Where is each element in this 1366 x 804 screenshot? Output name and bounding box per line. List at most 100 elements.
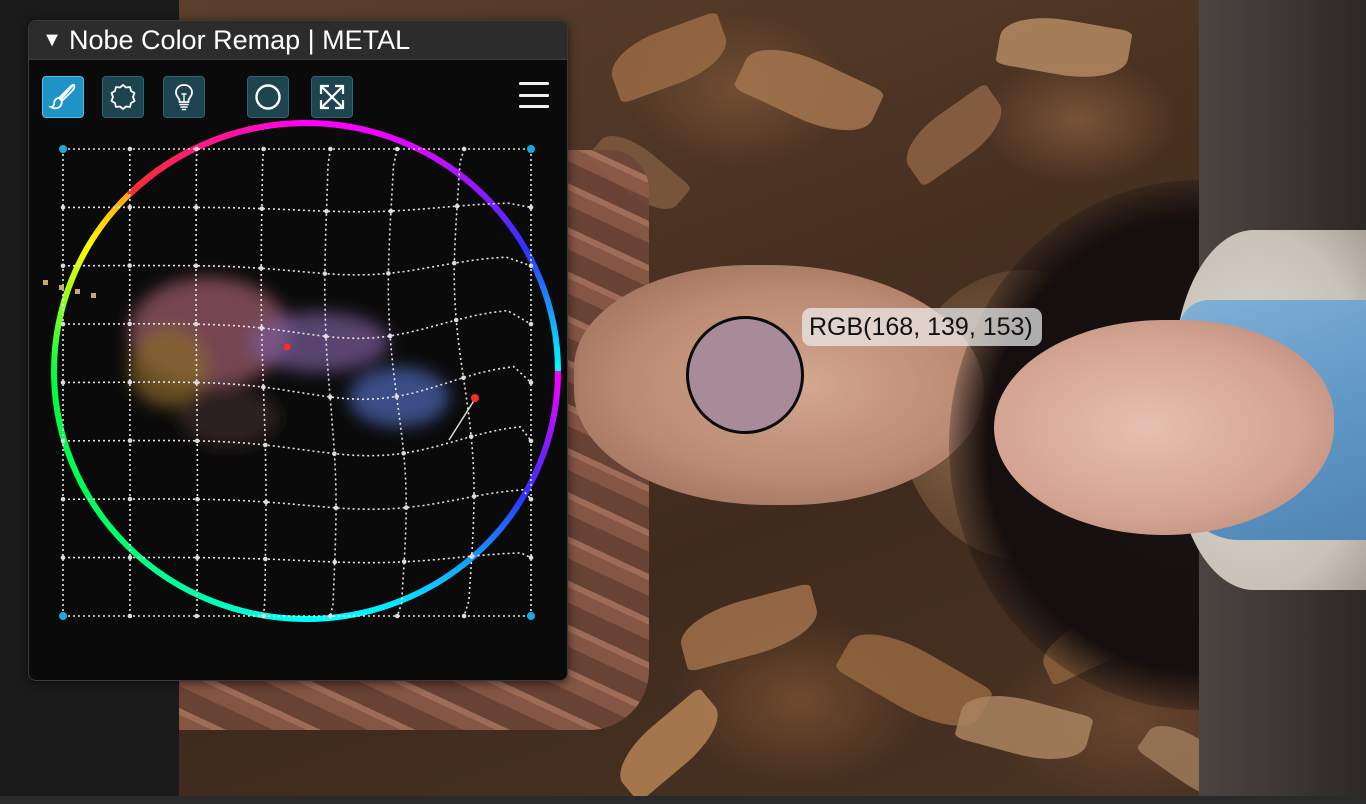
grid-control-point[interactable]	[194, 613, 199, 619]
grid-control-point[interactable]	[193, 205, 199, 210]
grid-control-point[interactable]	[461, 613, 467, 619]
grid-control-point[interactable]	[127, 146, 133, 152]
leaf	[995, 9, 1133, 86]
grid-control-point[interactable]	[60, 380, 66, 385]
grid-control-point[interactable]	[471, 494, 477, 499]
circle-mode-button[interactable]	[247, 76, 289, 118]
grid-control-point[interactable]	[403, 505, 409, 510]
grid-control-point[interactable]	[461, 146, 467, 152]
grid-control-point[interactable]	[322, 271, 328, 276]
grid-control-point[interactable]	[127, 321, 132, 327]
grid-control-point[interactable]	[60, 263, 66, 269]
circle-icon	[255, 84, 281, 110]
grid-control-point[interactable]	[328, 613, 333, 619]
grid-control-point[interactable]	[395, 613, 400, 619]
grid-control-point[interactable]	[193, 321, 199, 327]
grid-control-point[interactable]	[454, 203, 460, 209]
grid-control-point[interactable]	[452, 260, 457, 266]
grid-control-point[interactable]	[127, 379, 133, 385]
grid-control-point[interactable]	[195, 496, 200, 502]
grid-control-point[interactable]	[461, 375, 466, 381]
corner-handle-top-right[interactable]	[527, 145, 535, 153]
panel-toolbar	[29, 60, 567, 120]
color-wheel-canvas[interactable]	[29, 117, 567, 647]
grid-control-point[interactable]	[394, 394, 400, 399]
grid-control-point[interactable]	[263, 499, 269, 505]
expand-button[interactable]	[311, 76, 353, 118]
grid-control-point[interactable]	[258, 266, 264, 271]
grid-control-point[interactable]	[263, 556, 268, 562]
brush-button[interactable]	[42, 76, 84, 118]
remap-target-marker[interactable]	[471, 394, 479, 402]
grid-control-point[interactable]	[528, 321, 534, 327]
grid-control-point[interactable]	[60, 321, 66, 327]
grid-control-point[interactable]	[528, 263, 534, 269]
grid-control-point[interactable]	[261, 146, 266, 152]
grid-control-point[interactable]	[333, 505, 339, 511]
grid-row-line	[62, 256, 532, 276]
grid-control-point[interactable]	[194, 438, 200, 444]
grid-control-point[interactable]	[127, 263, 132, 268]
panel-title: Nobe Color Remap | METAL	[69, 24, 411, 55]
lightbulb-button[interactable]	[163, 76, 205, 118]
grid-control-point[interactable]	[194, 146, 199, 152]
grid-control-point[interactable]	[469, 553, 475, 559]
grid-control-point[interactable]	[395, 146, 400, 152]
grid-control-point[interactable]	[60, 497, 66, 502]
grid-control-point[interactable]	[401, 451, 407, 456]
corner-handle-bottom-right[interactable]	[527, 612, 535, 620]
color-probe-swatch[interactable]	[686, 316, 804, 434]
grid-control-point[interactable]	[453, 317, 459, 323]
picked-color-marker[interactable]	[283, 343, 291, 351]
grid-control-point[interactable]	[127, 438, 133, 443]
grid-control-point[interactable]	[388, 208, 394, 214]
grid-control-point[interactable]	[386, 271, 391, 276]
grid-control-point[interactable]	[401, 559, 407, 565]
grid-control-point[interactable]	[193, 263, 199, 268]
grid-control-point[interactable]	[528, 497, 534, 502]
corner-handle-top-left[interactable]	[59, 145, 67, 153]
grid-control-point[interactable]	[328, 146, 333, 152]
grid-control-point[interactable]	[259, 325, 264, 331]
color-wheel-area[interactable]	[29, 117, 567, 647]
grid-control-point[interactable]	[261, 384, 266, 390]
grid-control-point[interactable]	[261, 613, 266, 619]
grid-control-point[interactable]	[60, 555, 66, 560]
gear-badge-icon	[110, 84, 136, 110]
brush-icon	[48, 83, 76, 110]
expand-arrows-icon	[319, 84, 345, 110]
panel-titlebar[interactable]: ▼ Nobe Color Remap | METAL	[29, 21, 567, 60]
grid-control-point[interactable]	[327, 394, 333, 400]
grid-control-point[interactable]	[195, 555, 200, 560]
grid-control-point[interactable]	[127, 496, 133, 502]
grid-control-point[interactable]	[468, 434, 474, 439]
grid-control-point[interactable]	[528, 438, 534, 444]
grid-row-line	[62, 425, 532, 457]
grid-control-point[interactable]	[127, 555, 133, 560]
grid-control-point[interactable]	[127, 205, 133, 210]
leaf	[894, 82, 1014, 188]
collapse-triangle-icon[interactable]: ▼	[35, 29, 69, 52]
grid-control-point[interactable]	[323, 334, 329, 339]
grid-control-point[interactable]	[127, 613, 133, 619]
grid-control-point[interactable]	[324, 208, 329, 214]
leaf	[674, 582, 824, 673]
grid-control-point[interactable]	[60, 438, 66, 444]
grid-control-point[interactable]	[528, 380, 534, 385]
remap-grid[interactable]	[62, 148, 532, 617]
grid-column-line	[323, 148, 337, 617]
hamburger-menu-icon[interactable]	[519, 82, 549, 108]
grid-control-point[interactable]	[332, 559, 338, 565]
color-probe-label: RGB(168, 139, 153)	[802, 308, 1042, 346]
grid-control-point[interactable]	[60, 205, 66, 210]
grid-control-point[interactable]	[332, 451, 337, 457]
grid-control-point[interactable]	[528, 555, 534, 560]
grid-control-point[interactable]	[528, 205, 534, 210]
gear-settings-button[interactable]	[102, 76, 144, 118]
grid-control-point[interactable]	[194, 380, 199, 385]
grid-control-point[interactable]	[263, 442, 268, 448]
grid-control-point[interactable]	[387, 333, 393, 339]
woman-face	[994, 320, 1334, 535]
corner-handle-bottom-left[interactable]	[59, 612, 67, 620]
grid-control-point[interactable]	[259, 206, 265, 211]
